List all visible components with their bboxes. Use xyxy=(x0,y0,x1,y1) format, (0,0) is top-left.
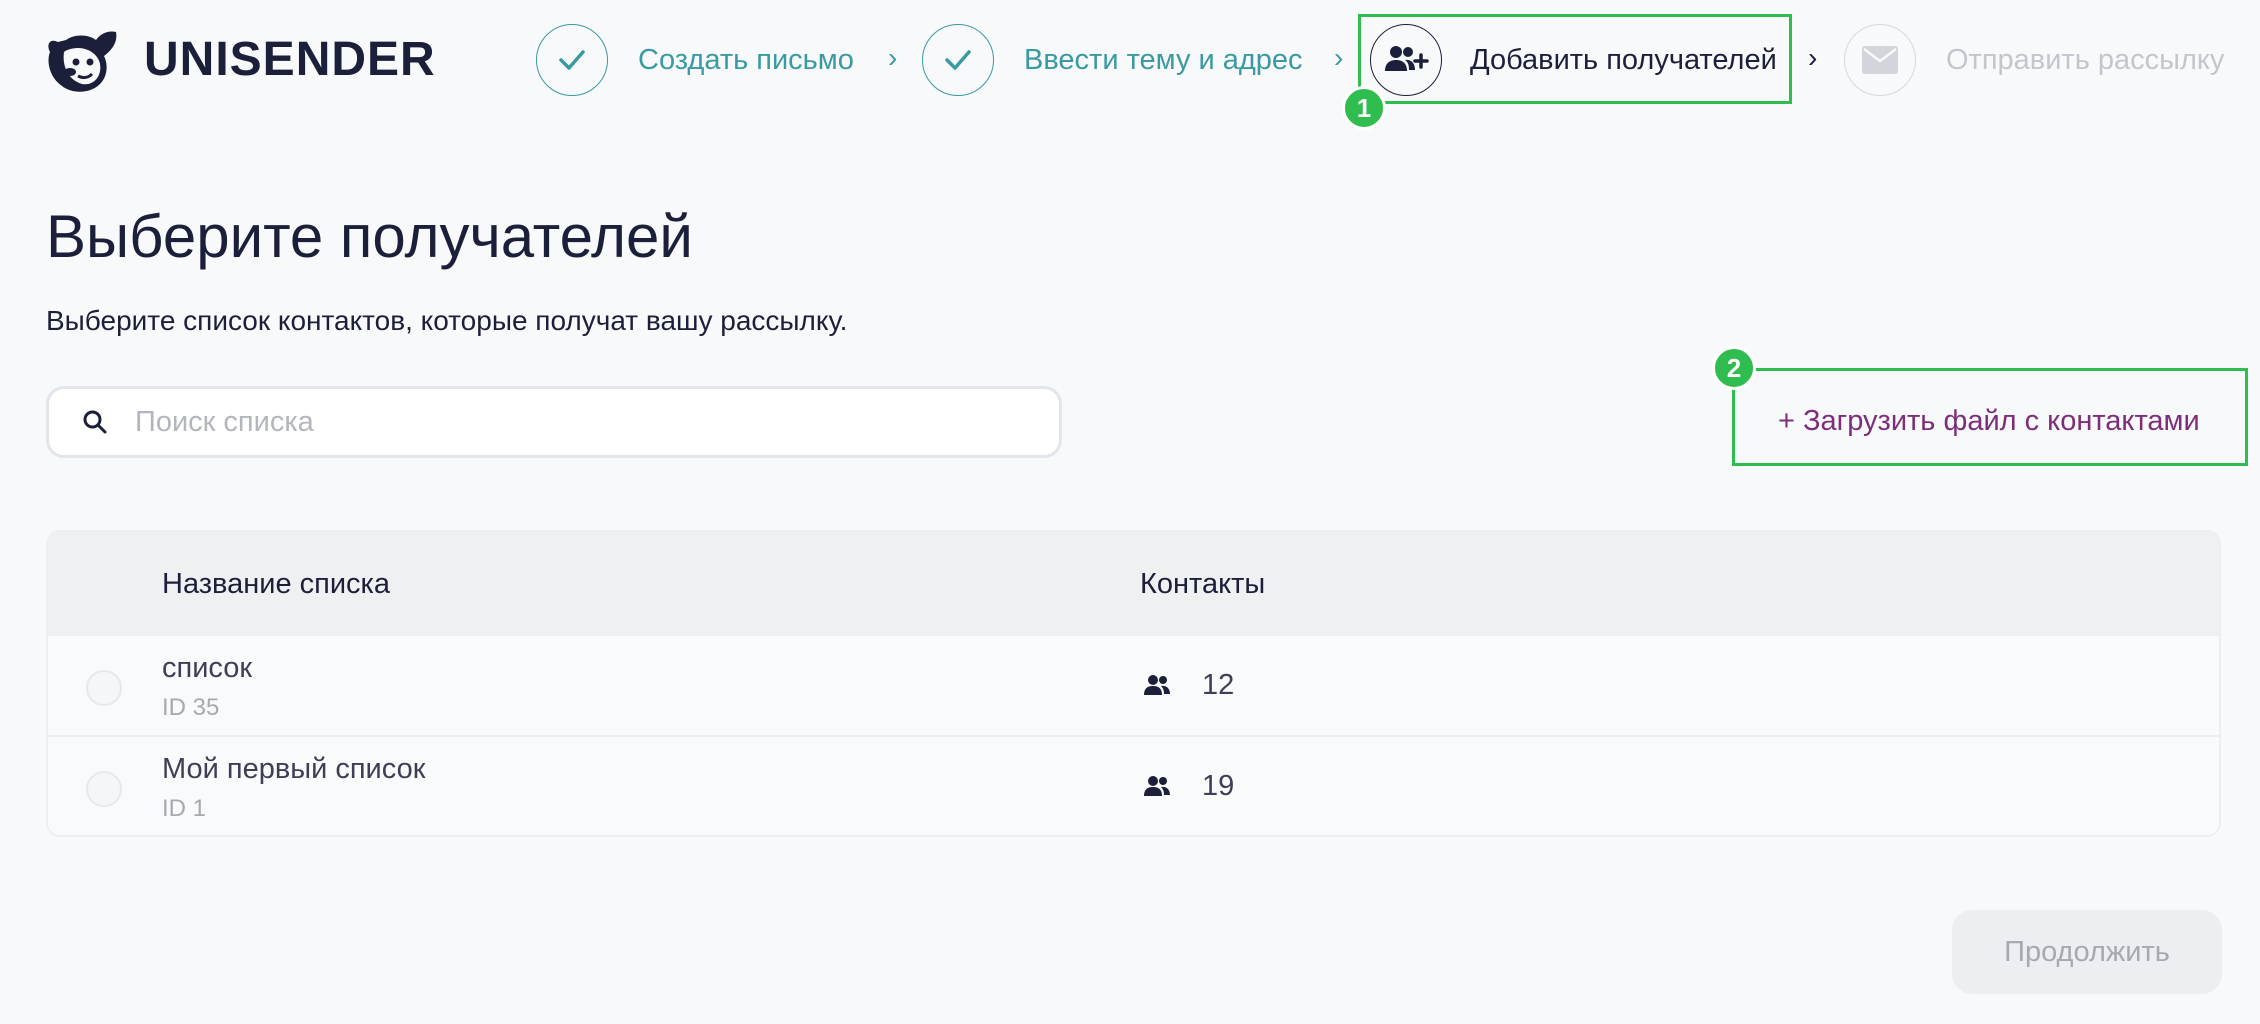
contacts-cell: 12 xyxy=(1142,669,1234,702)
table-row[interactable]: список ID 35 12 xyxy=(48,636,2219,737)
contacts-count: 19 xyxy=(1202,770,1235,802)
check-icon xyxy=(945,50,971,70)
row-radio[interactable] xyxy=(86,771,122,807)
contacts-count: 12 xyxy=(1202,669,1235,701)
search-input[interactable] xyxy=(135,405,1035,439)
users-icon xyxy=(1144,775,1170,796)
continue-button[interactable]: Продолжить xyxy=(1952,910,2222,994)
envelope-icon xyxy=(1862,46,1898,74)
list-name: Мой первый список xyxy=(162,753,426,785)
chevron-right-icon: › xyxy=(1334,42,1344,73)
check-icon xyxy=(559,50,585,70)
step-4-circle xyxy=(1844,24,1916,96)
annotation-badge-1: 1 xyxy=(1342,86,1386,130)
chevron-right-icon: › xyxy=(888,42,898,73)
step-1-circle[interactable] xyxy=(536,24,608,96)
step-2-circle[interactable] xyxy=(922,24,994,96)
search-box[interactable] xyxy=(46,386,1062,458)
step-4-label: Отправить рассылку xyxy=(1946,44,2225,76)
column-header-name: Название списка xyxy=(162,568,391,600)
dog-logo-icon xyxy=(48,31,117,92)
list-id: ID 35 xyxy=(162,694,220,721)
column-header-contacts: Контакты xyxy=(1140,568,1266,600)
step-2-label[interactable]: Ввести тему и адрес xyxy=(1024,44,1303,77)
unisender-logo[interactable]: UNISENDER xyxy=(44,22,436,96)
table-header: Название списка Контакты xyxy=(48,532,2219,636)
list-id: ID 1 xyxy=(162,795,207,822)
step-3-circle[interactable] xyxy=(1370,24,1442,96)
lists-table: Название списка Контакты список ID 35 12… xyxy=(46,530,2221,837)
page-title: Выберите получателей xyxy=(46,203,693,270)
annotation-badge-2: 2 xyxy=(1712,346,1756,390)
users-icon xyxy=(1144,674,1170,695)
step-3-label[interactable]: Добавить получателей xyxy=(1470,44,1777,77)
list-name: список xyxy=(162,652,253,684)
table-row[interactable]: Мой первый список ID 1 19 xyxy=(48,737,2219,835)
add-users-icon xyxy=(1385,46,1429,71)
logo-text: UNISENDER xyxy=(144,32,436,86)
row-radio[interactable] xyxy=(86,670,122,706)
chevron-right-icon: › xyxy=(1808,42,1818,73)
step-1-label[interactable]: Создать письмо xyxy=(638,44,854,77)
upload-contacts-link[interactable]: + Загрузить файл с контактами xyxy=(1778,405,2200,438)
contacts-cell: 19 xyxy=(1142,770,1234,803)
page-subtitle: Выберите список контактов, которые получ… xyxy=(46,305,848,336)
search-icon xyxy=(79,406,111,438)
